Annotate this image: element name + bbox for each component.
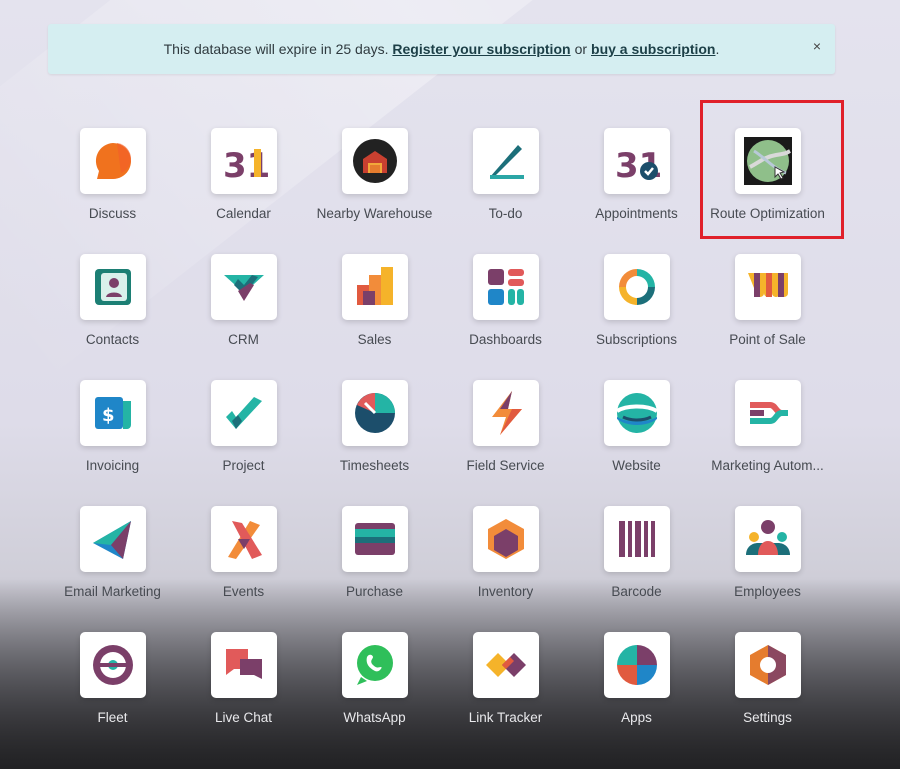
fleet-icon	[79, 632, 146, 698]
app-label: Point of Sale	[729, 332, 806, 347]
app-project[interactable]: Project	[178, 380, 309, 490]
app-label: Barcode	[611, 584, 662, 599]
app-label: Website	[612, 458, 661, 473]
settings-icon	[734, 632, 801, 698]
app-label: Inventory	[477, 584, 534, 599]
app-label: Contacts	[85, 332, 140, 347]
employees-icon	[734, 506, 801, 572]
contacts-icon	[79, 254, 146, 320]
app-label: Settings	[743, 710, 792, 725]
app-sales[interactable]: Sales	[309, 254, 440, 364]
app-employees[interactable]: Employees	[702, 506, 833, 616]
calendar-day: 31	[223, 146, 268, 185]
app-label: Sales	[357, 332, 392, 347]
apps-icon	[603, 632, 670, 698]
app-fleet[interactable]: Fleet	[47, 632, 178, 742]
app-subscriptions[interactable]: Subscriptions	[571, 254, 702, 364]
app-purchase[interactable]: Purchase	[309, 506, 440, 616]
app-label: Calendar	[216, 206, 271, 221]
project-icon	[210, 380, 277, 446]
app-label: Marketing Autom...	[711, 458, 824, 473]
calendar-icon: 31	[210, 128, 277, 194]
crm-icon	[210, 254, 277, 320]
purchase-icon	[341, 506, 408, 572]
invoicing-icon: $	[79, 380, 146, 446]
app-email-marketing[interactable]: Email Marketing	[47, 506, 178, 616]
sales-icon	[341, 254, 408, 320]
app-apps[interactable]: Apps	[571, 632, 702, 742]
link-tracker-icon	[472, 632, 539, 698]
inventory-icon	[472, 506, 539, 572]
app-label: To-do	[488, 206, 523, 221]
dashboards-icon	[472, 254, 539, 320]
app-label: Live Chat	[214, 710, 273, 725]
events-icon	[210, 506, 277, 572]
app-label: Dashboards	[469, 332, 542, 347]
app-link-tracker[interactable]: Link Tracker	[440, 632, 571, 742]
app-todo[interactable]: To-do	[440, 128, 571, 238]
register-subscription-link[interactable]: Register your subscription	[392, 41, 570, 57]
app-field-service[interactable]: Field Service	[440, 380, 571, 490]
banner-text: This database will expire in 25 days.	[163, 41, 389, 57]
close-icon[interactable]: ×	[813, 38, 821, 54]
app-discuss[interactable]: Discuss	[47, 128, 178, 238]
app-label: Email Marketing	[64, 584, 161, 599]
app-contacts[interactable]: Contacts	[47, 254, 178, 364]
app-label: Appointments	[595, 206, 678, 221]
app-label: Subscriptions	[595, 332, 678, 347]
app-website[interactable]: Website	[571, 380, 702, 490]
app-label: WhatsApp	[343, 710, 406, 725]
app-timesheets[interactable]: Timesheets	[309, 380, 440, 490]
app-label: Invoicing	[85, 458, 140, 473]
app-invoicing[interactable]: $ Invoicing	[47, 380, 178, 490]
app-settings[interactable]: Settings	[702, 632, 833, 742]
discuss-icon	[79, 128, 146, 194]
subscriptions-icon	[603, 254, 670, 320]
barcode-icon	[603, 506, 670, 572]
app-dashboards[interactable]: Dashboards	[440, 254, 571, 364]
app-whatsapp[interactable]: WhatsApp	[309, 632, 440, 742]
website-icon	[603, 380, 670, 446]
app-appointments[interactable]: 31 Appointments	[571, 128, 702, 238]
appointments-icon: 31	[603, 128, 670, 194]
app-label: Apps	[621, 710, 652, 725]
point-of-sale-icon	[734, 254, 801, 320]
app-point-of-sale[interactable]: Point of Sale	[702, 254, 833, 364]
app-label: Purchase	[345, 584, 404, 599]
app-label: Employees	[734, 584, 801, 599]
app-label: Field Service	[466, 458, 545, 473]
app-label: Nearby Warehouse	[316, 206, 433, 221]
app-barcode[interactable]: Barcode	[571, 506, 702, 616]
app-label: Timesheets	[339, 458, 410, 473]
app-label: Fleet	[97, 710, 128, 725]
expiry-banner: This database will expire in 25 days. Re…	[48, 24, 835, 74]
app-label: Events	[222, 584, 265, 599]
app-marketing-automation[interactable]: Marketing Autom...	[702, 380, 833, 490]
whatsapp-icon	[341, 632, 408, 698]
app-calendar[interactable]: 31 Calendar	[178, 128, 309, 238]
app-label: Link Tracker	[468, 710, 543, 725]
email-marketing-icon	[79, 506, 146, 572]
app-inventory[interactable]: Inventory	[440, 506, 571, 616]
todo-icon	[472, 128, 539, 194]
field-service-icon	[472, 380, 539, 446]
app-live-chat[interactable]: Live Chat	[178, 632, 309, 742]
app-nearby-warehouse[interactable]: Nearby Warehouse	[309, 128, 440, 238]
svg-text:$: $	[102, 405, 115, 426]
app-label: Discuss	[88, 206, 137, 221]
buy-subscription-link[interactable]: buy a subscription	[591, 41, 715, 57]
live-chat-icon	[210, 632, 277, 698]
app-label: CRM	[228, 332, 259, 347]
marketing-automation-icon	[734, 380, 801, 446]
warehouse-icon	[341, 128, 408, 194]
banner-suffix: .	[715, 41, 720, 57]
app-events[interactable]: Events	[178, 506, 309, 616]
banner-or: or	[574, 41, 588, 57]
route-optimization-highlight	[700, 100, 844, 239]
timesheets-icon	[341, 380, 408, 446]
app-label: Project	[222, 458, 265, 473]
app-crm[interactable]: CRM	[178, 254, 309, 364]
